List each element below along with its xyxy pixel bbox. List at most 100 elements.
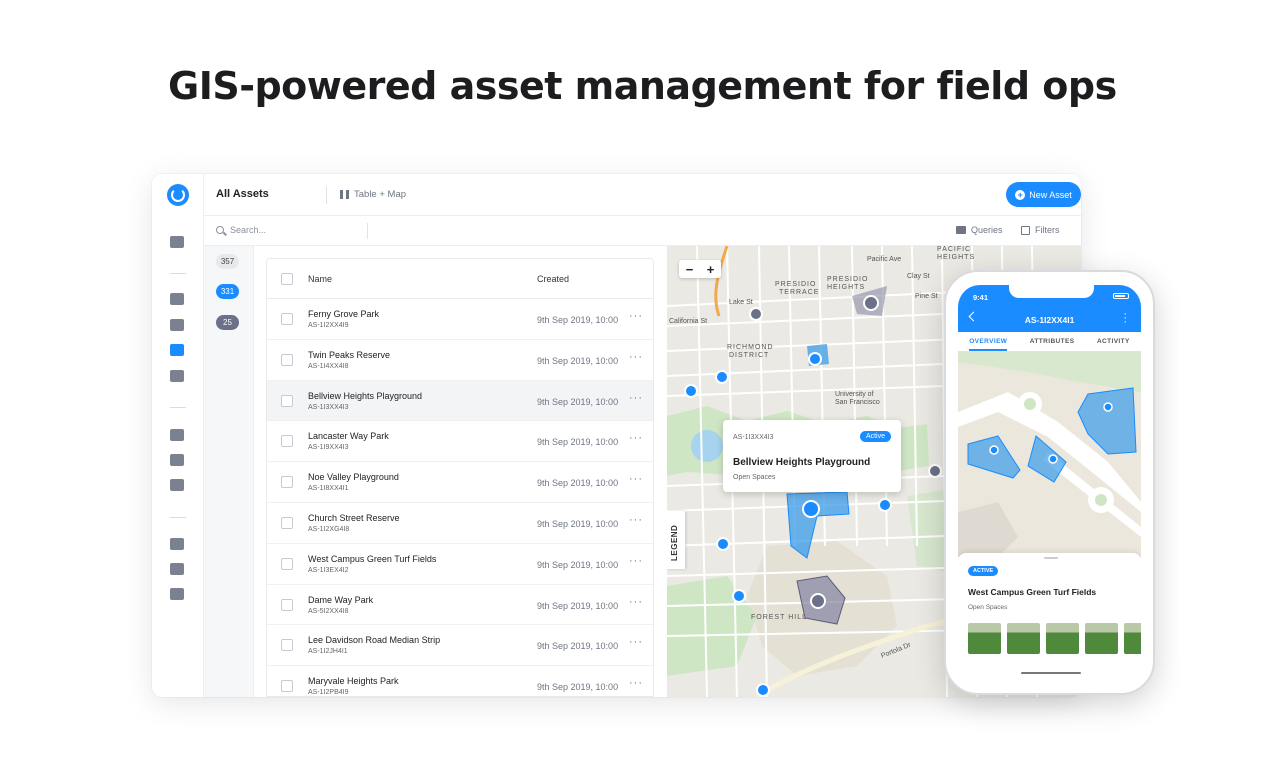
sidebar-divider — [170, 273, 186, 274]
filter-icon — [1021, 225, 1030, 235]
row-checkbox[interactable] — [281, 639, 293, 652]
row-more-icon[interactable]: ··· — [629, 351, 643, 363]
row-more-icon[interactable]: ··· — [629, 555, 643, 567]
count-badge-inactive[interactable]: 25 — [216, 315, 239, 330]
home-indicator — [1021, 672, 1081, 674]
photo-thumbnail[interactable] — [1124, 623, 1141, 654]
row-more-icon[interactable]: ··· — [629, 514, 643, 526]
queries-button[interactable]: Queries — [956, 225, 1003, 235]
created-date: 9th Sep 2019, 10:00 — [537, 437, 619, 448]
asset-code: AS-1I8XX4I1 — [308, 485, 349, 493]
row-more-icon[interactable]: ··· — [629, 432, 643, 444]
count-badge-all[interactable]: 357 — [216, 254, 239, 269]
filters-button[interactable]: Filters — [1021, 225, 1060, 235]
legend-toggle[interactable]: LEGEND — [667, 511, 685, 569]
row-more-icon[interactable]: ··· — [629, 310, 643, 322]
zoom-in-button[interactable]: + — [700, 260, 721, 278]
table-row[interactable]: West Campus Green Turf Fields AS-1I3EX4I2… — [267, 544, 653, 585]
popup-asset-name[interactable]: Bellview Heights Playground — [733, 457, 870, 468]
row-checkbox[interactable] — [281, 680, 293, 693]
page-headline: GIS-powered asset management for field o… — [168, 64, 1117, 108]
asset-code: AS-1I3XX4I3 — [308, 403, 349, 411]
search-divider — [367, 223, 368, 239]
row-checkbox[interactable] — [281, 476, 293, 489]
svg-text:Lake St: Lake St — [729, 299, 753, 306]
table-row[interactable]: Lee Davidson Road Median Strip AS-1I2JH4I… — [267, 625, 653, 667]
row-checkbox[interactable] — [281, 516, 293, 529]
tab-attributes[interactable]: ATTRIBUTES — [1030, 332, 1075, 351]
photo-thumbnail[interactable] — [1046, 623, 1079, 654]
credit-card-icon[interactable] — [170, 588, 184, 600]
route-icon[interactable] — [170, 370, 184, 382]
popup-asset-type: Open Spaces — [733, 474, 776, 481]
column-header-name[interactable]: Name — [308, 274, 332, 284]
table-row[interactable]: Bellview Heights Playground AS-1I3XX4I3 9t… — [267, 380, 653, 422]
phone-header: 9:41 AS-1I2XX4I1 · · · — [958, 285, 1141, 332]
phone-status-badge[interactable]: ACTIVE — [968, 566, 999, 576]
dashboard-icon[interactable] — [170, 236, 184, 248]
table-row[interactable]: Noe Valley Playground AS-1I8XX4I1 9th Sep … — [267, 462, 653, 503]
column-header-created[interactable]: Created — [537, 274, 569, 284]
status-badge: Active — [859, 431, 891, 442]
clipboard-icon[interactable] — [170, 293, 184, 305]
filters-label: Filters — [1035, 225, 1060, 235]
phone-map-canvas[interactable] — [958, 352, 1141, 557]
team-icon[interactable] — [170, 429, 184, 441]
tab-overview[interactable]: OVERVIEW — [969, 332, 1008, 351]
workflow-icon[interactable] — [170, 538, 184, 550]
select-all-checkbox[interactable] — [281, 273, 293, 285]
video-thumbnail[interactable] — [1085, 623, 1118, 654]
phone-map[interactable] — [958, 352, 1141, 557]
table-row[interactable]: Dame Way Park AS-5I2XX4I8 9th Sep 2019, 10… — [267, 585, 653, 626]
row-more-icon[interactable]: ··· — [629, 636, 643, 648]
count-badge-active[interactable]: 331 — [216, 284, 239, 299]
row-more-icon[interactable]: ··· — [629, 392, 643, 404]
svg-text:San Francisco: San Francisco — [835, 399, 880, 406]
table-row[interactable]: Maryvale Heights Park AS-1I2PB4I9 9th Sep … — [267, 666, 653, 697]
asset-cube-icon[interactable] — [170, 344, 184, 356]
row-more-icon[interactable]: ··· — [629, 596, 643, 608]
asset-name: Maryvale Heights Park — [308, 676, 399, 687]
gear-icon[interactable] — [170, 563, 184, 575]
row-more-icon[interactable]: ··· — [629, 473, 643, 485]
row-checkbox[interactable] — [281, 598, 293, 611]
row-checkbox[interactable] — [281, 394, 293, 407]
asset-name: Noe Valley Playground — [308, 472, 399, 483]
top-bar: All Assets Table + Map + New Asset — [204, 174, 1081, 216]
asset-code: AS-1I2JH4I1 — [308, 648, 348, 656]
asset-name: Church Street Reserve — [308, 512, 400, 523]
document-icon[interactable] — [170, 454, 184, 466]
table-row[interactable]: Ferny Grove Park AS-1I2XX4I9 9th Sep 2019,… — [267, 299, 653, 340]
new-asset-button[interactable]: + New Asset — [1006, 182, 1081, 207]
svg-text:PRESIDIO: PRESIDIO — [827, 276, 868, 283]
created-date: 9th Sep 2019, 10:00 — [537, 641, 619, 652]
asset-table: Name Created Ferny Grove Park AS-1I2XX4I9… — [266, 258, 654, 697]
photo-thumbnail[interactable] — [968, 623, 1001, 654]
asset-popup[interactable]: AS-1I3XX4I3 Active Bellview Heights Play… — [723, 420, 901, 492]
map-label-presidio-terrace: PRESIDIO — [775, 281, 816, 288]
view-switcher[interactable]: Table + Map — [340, 189, 406, 200]
row-checkbox[interactable] — [281, 435, 293, 448]
row-more-icon[interactable]: ··· — [629, 677, 643, 689]
page-title: All Assets — [216, 188, 269, 200]
table-row[interactable]: Church Street Reserve AS-1I2XG4I8 9th Sep … — [267, 503, 653, 544]
view-switcher-label: Table + Map — [354, 189, 407, 200]
row-checkbox[interactable] — [281, 313, 293, 325]
search-input[interactable]: Search... — [230, 225, 266, 235]
kebab-menu-icon[interactable]: · · · — [1123, 309, 1127, 328]
map-icon[interactable] — [170, 479, 184, 491]
svg-text:HEIGHTS: HEIGHTS — [827, 284, 865, 291]
row-checkbox[interactable] — [281, 353, 293, 366]
briefcase-icon[interactable] — [170, 319, 184, 331]
table-row[interactable]: Lancaster Way Park AS-1I9XX4I3 9th Sep 201… — [267, 421, 653, 463]
tab-activity[interactable]: ACTIVITY — [1097, 332, 1130, 351]
svg-text:Pacific Ave: Pacific Ave — [867, 256, 901, 263]
video-thumbnail[interactable] — [1007, 623, 1040, 654]
sidebar — [152, 174, 204, 697]
row-checkbox[interactable] — [281, 557, 293, 570]
svg-text:HEIGHTS: HEIGHTS — [937, 254, 975, 261]
sheet-grip[interactable] — [1044, 557, 1058, 559]
table-row[interactable]: Twin Peaks Reserve AS-1I4XX4I8 9th Sep 201… — [267, 340, 653, 381]
app-logo-icon[interactable] — [167, 184, 189, 206]
zoom-out-button[interactable]: − — [679, 260, 700, 278]
